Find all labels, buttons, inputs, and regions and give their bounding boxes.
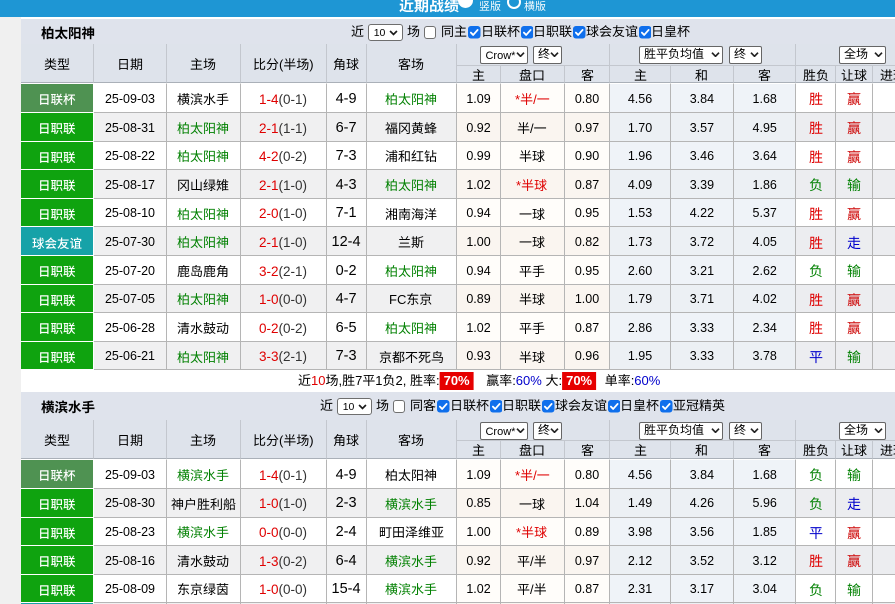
svg-text::: : — [436, 373, 440, 388]
svg-text:7: 7 — [355, 373, 362, 388]
svg-text::: : — [558, 373, 562, 388]
svg-text:60%: 60% — [516, 373, 542, 388]
svg-text:70%: 70% — [443, 373, 469, 388]
svg-text:70%: 70% — [566, 373, 592, 388]
svg-text:FC: FC — [389, 292, 406, 307]
svg-text:): ) — [309, 433, 313, 448]
svg-text:(: ( — [279, 433, 284, 448]
svg-text:/: / — [530, 554, 534, 569]
svg-text:/: / — [533, 92, 537, 107]
svg-text:/: / — [530, 582, 534, 597]
svg-text:*: * — [515, 92, 520, 107]
svg-text:,: , — [338, 373, 342, 388]
svg-text:/: / — [533, 468, 537, 483]
svg-text:60%: 60% — [634, 373, 660, 388]
svg-text:*: * — [516, 525, 521, 540]
svg-text:/: / — [530, 121, 534, 136]
svg-text:2,: 2, — [395, 373, 406, 388]
svg-text:(: ( — [279, 57, 284, 72]
svg-text:10: 10 — [311, 373, 325, 388]
svg-text:*: * — [515, 468, 520, 483]
svg-text:1: 1 — [375, 373, 382, 388]
svg-text:): ) — [309, 57, 313, 72]
svg-text:*: * — [516, 178, 521, 193]
